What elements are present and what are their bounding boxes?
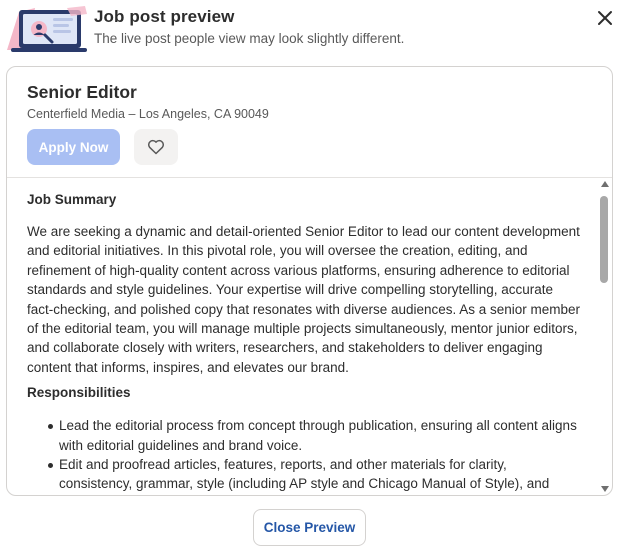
scroll-down-arrow[interactable]	[601, 486, 609, 492]
close-preview-button[interactable]: Close Preview	[253, 509, 366, 546]
job-summary-text: We are seeking a dynamic and detail-orie…	[27, 224, 581, 375]
job-title: Senior Editor	[27, 82, 137, 102]
heart-icon	[147, 139, 165, 155]
scrollbar-thumb[interactable]	[600, 196, 608, 283]
responsibilities-list: Lead the editorial process from concept …	[27, 416, 582, 494]
scroll-up-arrow[interactable]	[601, 181, 609, 187]
save-job-button[interactable]	[134, 129, 178, 165]
preview-title: Job post preview	[94, 7, 235, 26]
laptop-illustration	[7, 6, 87, 52]
job-header-section: Senior Editor Centerfield Media – Los An…	[7, 67, 612, 178]
job-preview-card: Senior Editor Centerfield Media – Los An…	[6, 66, 613, 496]
apply-now-button[interactable]: Apply Now	[27, 129, 120, 165]
preview-header: Job post preview The live post people vi…	[0, 0, 624, 62]
description-scrollbar[interactable]	[597, 179, 612, 495]
list-item: Edit and proofread articles, features, r…	[27, 455, 582, 494]
job-description-scroll-area[interactable]: Job Summary We are seeking a dynamic and…	[7, 178, 612, 495]
close-icon[interactable]	[594, 7, 616, 29]
company-location: Centerfield Media – Los Angeles, CA 9004…	[27, 107, 269, 121]
responsibilities-heading: Responsibilities	[27, 385, 131, 401]
preview-subtitle: The live post people view may look sligh…	[94, 31, 405, 46]
job-summary-heading: Job Summary	[27, 192, 117, 207]
list-item: Lead the editorial process from concept …	[27, 416, 582, 455]
